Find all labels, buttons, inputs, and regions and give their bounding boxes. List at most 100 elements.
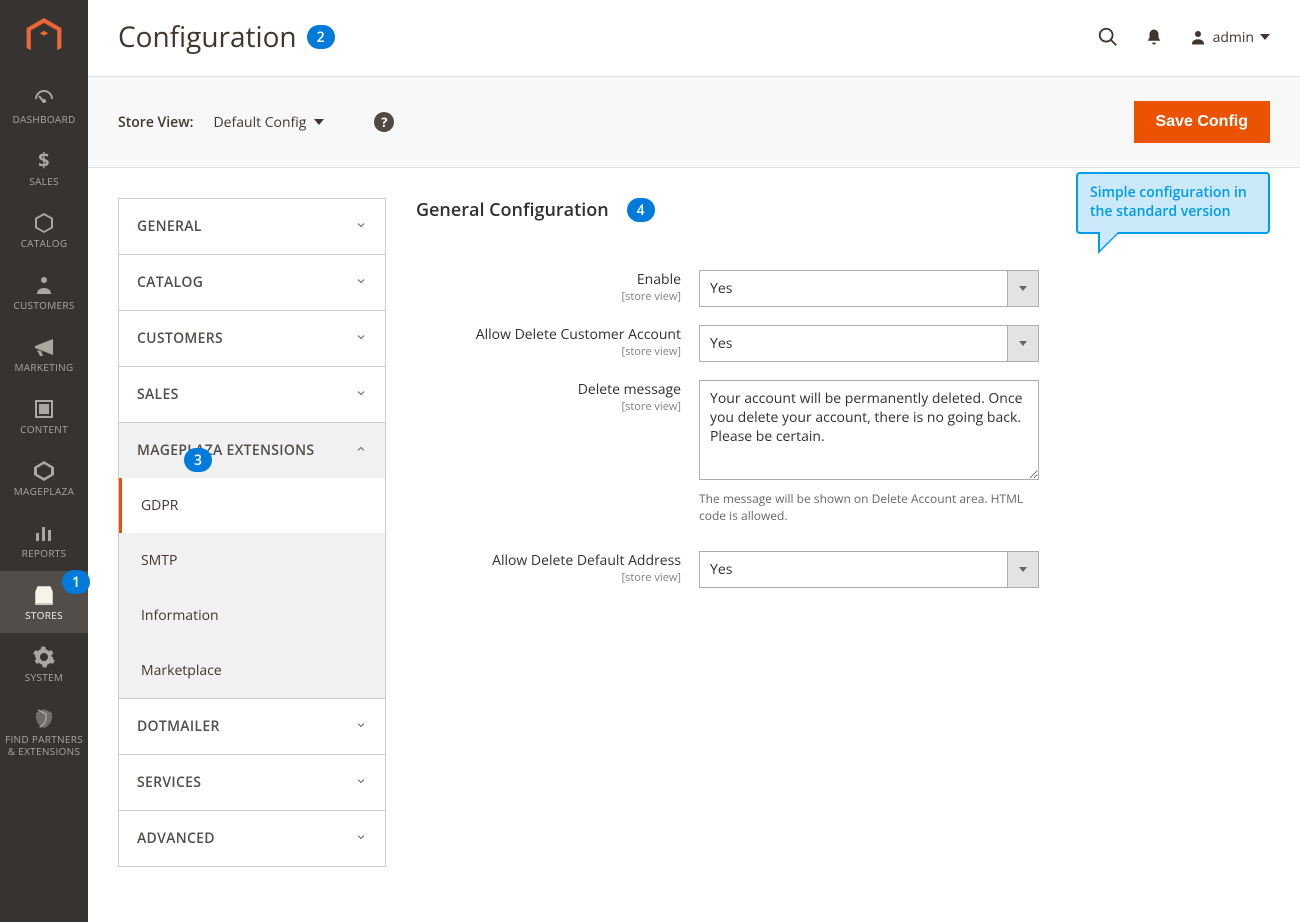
sidebar-item-label: Sales: [4, 175, 84, 187]
config-tab: Mageplaza Extensions GDPR3SMTPInformation…: [119, 423, 385, 699]
config-tab-item[interactable]: Marketplace: [119, 643, 385, 698]
chevron-down-icon: [1007, 551, 1039, 588]
svg-text:$: $: [38, 149, 50, 173]
tab-label: Services: [137, 773, 201, 792]
allow-delete-address-select[interactable]: Yes: [699, 551, 1039, 588]
tab-label: General: [137, 217, 202, 236]
config-tab: General: [119, 199, 385, 255]
sidebar-item-customers-icon: [32, 273, 56, 295]
scope-text: [store view]: [416, 289, 681, 304]
help-icon[interactable]: ?: [374, 112, 394, 132]
enable-select[interactable]: Yes: [699, 270, 1039, 307]
chevron-down-icon: [314, 119, 324, 125]
chevron-up-icon: [355, 442, 367, 459]
scope-text: [store view]: [416, 399, 681, 414]
field-control: Yes: [699, 551, 1039, 588]
sidebar-item-partners[interactable]: Find Partners & Extensions: [0, 695, 88, 769]
sidebar-item-dashboard[interactable]: Dashboard: [0, 75, 88, 137]
store-view-switcher: Store View: Default Config ?: [118, 112, 394, 132]
config-tab: Services: [119, 755, 385, 811]
select-value: Yes: [699, 325, 1007, 362]
notifications-icon[interactable]: [1145, 27, 1163, 47]
header-actions: admin: [1097, 26, 1270, 48]
sidebar-item-sales[interactable]: $ Sales: [0, 137, 88, 199]
config-tab-header[interactable]: Catalog: [119, 255, 385, 310]
config-tab-header[interactable]: Services: [119, 755, 385, 810]
section-title-text: General Configuration: [416, 198, 609, 222]
sidebar-item-reports[interactable]: Reports: [0, 509, 88, 571]
main-content: Configuration 2 admin Store View: Defaul…: [88, 0, 1300, 922]
sidebar-item-catalog-icon: [32, 211, 56, 233]
page-title: Configuration 2: [118, 18, 335, 56]
sidebar-item-label: Reports: [4, 547, 84, 559]
magento-logo[interactable]: [0, 0, 88, 75]
config-tab-item[interactable]: GDPR3: [119, 478, 385, 533]
account-menu[interactable]: admin: [1189, 28, 1270, 47]
label-text: Allow Delete Default Address: [492, 551, 681, 570]
field-control: Yes: [699, 325, 1039, 362]
label-text: Delete message: [578, 380, 681, 399]
config-form: General Configuration 4 Enable [store vi…: [416, 198, 1270, 606]
delete-message-textarea[interactable]: [699, 380, 1039, 480]
sidebar-item-label: Dashboard: [4, 113, 84, 125]
sidebar-item-label: Find Partners & Extensions: [4, 733, 84, 757]
content-wrapper: General Catalog Customers Sales Mageplaza Ex…: [88, 168, 1300, 897]
step-badge-4: 4: [627, 198, 655, 222]
chevron-down-icon: [355, 274, 367, 291]
sidebar-item-label: Catalog: [4, 237, 84, 249]
step-badge-2: 2: [307, 25, 335, 49]
step-badge-3: 3: [184, 448, 212, 472]
field-note: The message will be shown on Delete Acco…: [699, 491, 1039, 525]
field-label: Enable [store view]: [416, 270, 699, 307]
label-text: Enable: [637, 270, 681, 289]
store-view-label: Store View:: [118, 113, 193, 132]
tab-label: Sales: [137, 385, 179, 404]
sidebar-item-label: Marketing: [4, 361, 84, 373]
sidebar-item-customers[interactable]: Customers: [0, 261, 88, 323]
chevron-down-icon: [355, 718, 367, 735]
tab-label: Advanced: [137, 829, 215, 848]
allow-delete-customer-select[interactable]: Yes: [699, 325, 1039, 362]
chevron-down-icon: [355, 330, 367, 347]
select-value: Yes: [699, 551, 1007, 588]
config-tab-header[interactable]: Sales: [119, 367, 385, 422]
sidebar-item-catalog[interactable]: Catalog: [0, 199, 88, 261]
chevron-down-icon: [1007, 270, 1039, 307]
config-tab-header[interactable]: Advanced: [119, 811, 385, 866]
save-config-button[interactable]: Save Config: [1134, 101, 1270, 143]
sidebar-item-mageplaza[interactable]: Mageplaza: [0, 447, 88, 509]
config-tab-header[interactable]: General: [119, 199, 385, 254]
user-icon: [1189, 28, 1207, 46]
sidebar-item-label: Content: [4, 423, 84, 435]
sidebar-item-content[interactable]: Content: [0, 385, 88, 447]
chevron-down-icon: [355, 830, 367, 847]
config-tab-item[interactable]: SMTP: [119, 533, 385, 588]
config-tabs: General Catalog Customers Sales Mageplaza Ex…: [118, 198, 386, 867]
store-view-select[interactable]: Default Config: [213, 113, 324, 132]
sidebar-item-mageplaza-icon: [32, 459, 56, 481]
sidebar-item-system-icon: [32, 645, 56, 667]
annotation-callout: Simple configuration in the standard ver…: [1076, 172, 1270, 234]
tab-label: Dotmailer: [137, 717, 220, 736]
step-badge-1: 1: [62, 570, 90, 594]
sidebar-item-marketing[interactable]: Marketing: [0, 323, 88, 385]
sidebar-item-system[interactable]: System: [0, 633, 88, 695]
tab-label: Mageplaza Extensions: [137, 441, 314, 460]
admin-sidebar: Dashboard $ Sales Catalog Customers Marketing…: [0, 0, 88, 922]
config-tab-header[interactable]: Mageplaza Extensions: [119, 423, 385, 478]
sidebar-item-dashboard-icon: [32, 87, 56, 109]
config-tab-item[interactable]: Information: [119, 588, 385, 643]
field-allow-delete-customer: Allow Delete Customer Account [store vie…: [416, 325, 1270, 362]
sidebar-item-label: Customers: [4, 299, 84, 311]
field-allow-delete-address: Allow Delete Default Address [store view…: [416, 551, 1270, 588]
config-tab-header[interactable]: Dotmailer: [119, 699, 385, 754]
config-tab: Catalog: [119, 255, 385, 311]
config-tab-header[interactable]: Customers: [119, 311, 385, 366]
label-text: Allow Delete Customer Account: [476, 325, 681, 344]
search-icon[interactable]: [1097, 26, 1119, 48]
config-tab: Customers: [119, 311, 385, 367]
sidebar-item-stores-icon: [32, 583, 56, 605]
tab-label: Catalog: [137, 273, 203, 292]
config-tab-items: GDPR3SMTPInformationMarketplace: [119, 478, 385, 698]
page-header: Configuration 2 admin: [88, 0, 1300, 76]
